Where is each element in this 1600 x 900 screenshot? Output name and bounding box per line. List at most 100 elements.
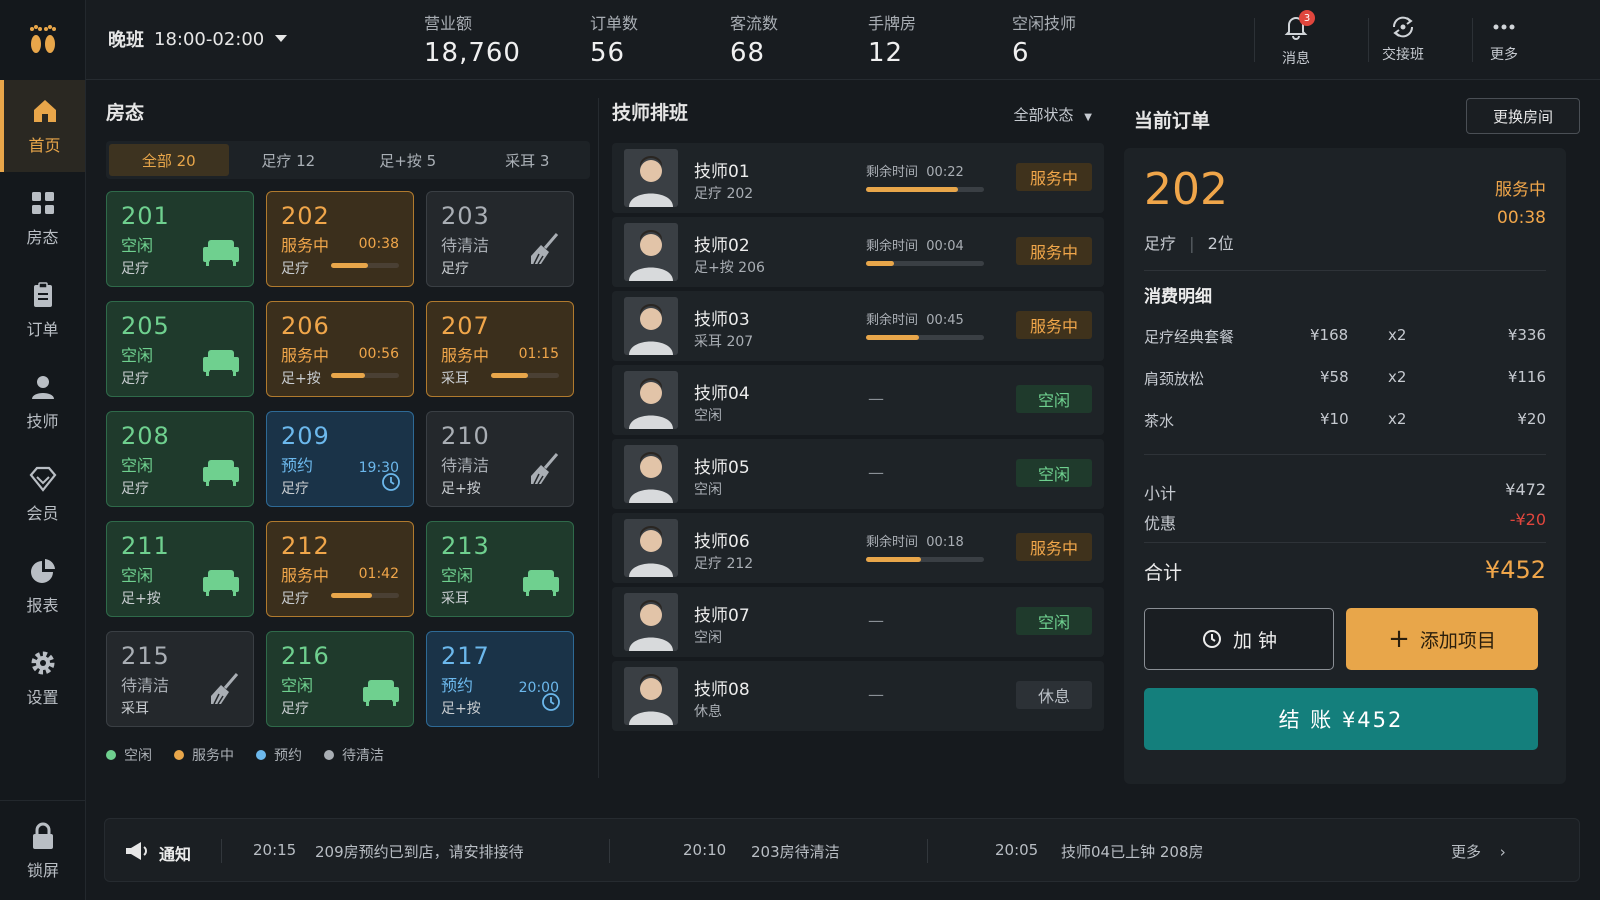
tech-status-filter[interactable]: 全部状态 ▼ (1014, 104, 1093, 125)
notice-text[interactable]: 技师04已上钟 208房 (1061, 841, 1204, 862)
tech-remaining: 剩余时间 00:04 (866, 239, 964, 254)
discount-value: -¥20 (1509, 510, 1546, 529)
stat-label: 手牌房 (868, 14, 917, 33)
tech-remaining: 剩余时间 00:45 (866, 313, 964, 328)
more-button[interactable]: 更多 (1490, 14, 1518, 64)
sidebar-item-rooms[interactable]: 房态 (0, 172, 85, 264)
room-card-216[interactable]: 216 空闲 足疗 (266, 631, 414, 727)
room-card-212[interactable]: 212 服务中 足疗 01:42 (266, 521, 414, 617)
change-room-button[interactable]: 更换房间 (1466, 98, 1580, 134)
tech-name: 技师02 (694, 236, 750, 256)
sidebar-item-orders[interactable]: 订单 (0, 264, 85, 356)
tech-row[interactable]: 技师06 足疗 212 剩余时间 00:18 服务中 (612, 513, 1104, 583)
handover-button[interactable]: 交接班 (1382, 14, 1424, 64)
tab-ear-cleaning[interactable]: 采耳 3 (468, 144, 588, 176)
order-room-number: 202 (1144, 164, 1228, 215)
room-elapsed-time: 01:15 (518, 346, 559, 362)
current-order-panel: 当前订单 更换房间 202 足疗 | 2位 服务中 00:38 消费明细 足疗经… (1124, 98, 1580, 790)
room-card-213[interactable]: 213 空闲 采耳 (426, 521, 574, 617)
lock-screen-button[interactable]: 锁屏 (0, 800, 86, 900)
notice-time: 20:15 (253, 841, 297, 859)
room-number: 217 (441, 642, 490, 670)
tab-all[interactable]: 全部 20 (109, 144, 229, 176)
sidebar-item-settings[interactable]: 设置 (0, 632, 85, 724)
room-card-208[interactable]: 208 空闲 足疗 (106, 411, 254, 507)
room-legend: 空闲 服务中 预约 待清洁 (106, 745, 590, 765)
room-number: 209 (281, 422, 330, 450)
room-card-205[interactable]: 205 空闲 足疗 (106, 301, 254, 397)
tech-progress-bar (866, 557, 984, 562)
room-card-202[interactable]: 202 服务中 足疗 00:38 (266, 191, 414, 287)
sidebar-item-label: 报表 (26, 596, 59, 615)
room-progress-bar (491, 373, 559, 378)
consumption-section-title: 消费明细 (1144, 287, 1212, 307)
divider (927, 839, 928, 863)
avatar (624, 593, 678, 651)
notice-text[interactable]: 203房待清洁 (751, 841, 840, 862)
room-card-210[interactable]: 210 待清洁 足+按 (426, 411, 574, 507)
room-card-201[interactable]: 201 空闲 足疗 (106, 191, 254, 287)
caret-down-icon (275, 35, 288, 42)
checkout-button[interactable]: 结 账 ¥452 (1144, 688, 1538, 750)
room-card-203[interactable]: 203 待清洁 足疗 (426, 191, 574, 287)
tech-row[interactable]: 技师08 休息 — 休息 (612, 661, 1104, 731)
tech-row[interactable]: 技师07 空闲 — 空闲 (612, 587, 1104, 657)
room-filter-tabs: 全部 20 足疗 12 足+按 5 采耳 3 (106, 141, 590, 179)
avatar (624, 223, 678, 281)
tech-status-badge: 服务中 (1016, 311, 1092, 339)
room-elapsed-time: 00:56 (358, 346, 399, 362)
legend-cleaning: 待清洁 (324, 745, 384, 765)
room-progress-fill (331, 373, 365, 378)
room-card-207[interactable]: 207 服务中 采耳 01:15 (426, 301, 574, 397)
clock-icon (541, 692, 561, 716)
room-card-217[interactable]: 217 预约 足+按 20:00 (426, 631, 574, 727)
room-number: 207 (441, 312, 490, 340)
tech-list: 技师01 足疗 202 剩余时间 00:22 服务中 技师02 足+按 206 剩余时间 0… (612, 143, 1104, 731)
tech-name: 技师06 (694, 532, 750, 552)
room-number: 210 (441, 422, 490, 450)
avatar (624, 297, 678, 355)
stat-traffic: 客流数 68 (730, 10, 778, 68)
add-item-button[interactable]: + 添加项目 (1346, 608, 1538, 670)
tech-name: 技师05 (694, 458, 750, 478)
sidebar-item-reports[interactable]: 报表 (0, 540, 85, 632)
divider (1472, 18, 1473, 62)
tech-status-badge: 空闲 (1016, 459, 1092, 487)
notice-more-button[interactable]: 更多 › (1451, 841, 1506, 862)
subtotal-label: 小计 (1144, 484, 1177, 503)
sidebar-item-home[interactable]: 首页 (0, 80, 85, 172)
stat-label: 订单数 (590, 14, 639, 33)
tech-row[interactable]: 技师05 空闲 — 空闲 (612, 439, 1104, 509)
avatar (624, 445, 678, 503)
tech-row[interactable]: 技师01 足疗 202 剩余时间 00:22 服务中 (612, 143, 1104, 213)
tab-foot-therapy[interactable]: 足疗 12 (229, 144, 349, 176)
room-card-209[interactable]: 209 预约 足疗 19:30 (266, 411, 414, 507)
tech-row[interactable]: 技师04 空闲 — 空闲 (612, 365, 1104, 435)
stat-value: 18,760 (424, 38, 521, 68)
messages-button[interactable]: 3 消息 (1282, 10, 1315, 68)
tech-name: 技师07 (694, 606, 750, 626)
tech-status-badge: 服务中 (1016, 163, 1092, 191)
chevron-down-icon: ▼ (1084, 112, 1092, 123)
tech-assignment: 空闲 (694, 630, 722, 646)
sidebar-item-label: 技师 (26, 412, 59, 431)
shift-selector[interactable]: 晚班 18:00-02:00 (108, 26, 288, 52)
shift-handover-icon (1392, 16, 1414, 38)
clipboard-icon (33, 282, 52, 307)
room-card-206[interactable]: 206 服务中 足+按 00:56 (266, 301, 414, 397)
more-label: 更多 (1490, 47, 1518, 63)
extend-time-button[interactable]: 加 钟 (1144, 608, 1334, 670)
sidebar-item-techs[interactable]: 技师 (0, 356, 85, 448)
sidebar-item-members[interactable]: 会员 (0, 448, 85, 540)
tech-row[interactable]: 技师03 采耳 207 剩余时间 00:45 服务中 (612, 291, 1104, 361)
tech-row[interactable]: 技师02 足+按 206 剩余时间 00:04 服务中 (612, 217, 1104, 287)
room-card-215[interactable]: 215 待清洁 采耳 (106, 631, 254, 727)
tech-assignment: 采耳 207 (694, 334, 754, 350)
stat-wristband-rooms: 手牌房 12 (868, 10, 916, 68)
room-card-211[interactable]: 211 空闲 足+按 (106, 521, 254, 617)
stat-label: 空闲技师 (1012, 14, 1077, 33)
broom-icon (207, 672, 241, 712)
room-service-type: 采耳 (441, 371, 469, 387)
notice-text[interactable]: 209房预约已到店，请安排接待 (315, 841, 524, 862)
tab-foot-massage[interactable]: 足+按 5 (348, 144, 468, 176)
